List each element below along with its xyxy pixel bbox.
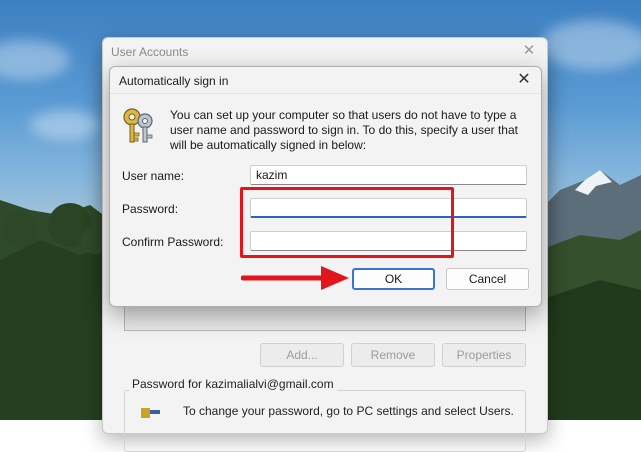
add-button[interactable]: Add... bbox=[260, 343, 344, 367]
arrow-right-icon bbox=[241, 266, 349, 290]
confirm-password-label: Confirm Password: bbox=[122, 235, 224, 249]
window-title: User Accounts bbox=[111, 45, 189, 59]
dialog-description: You can set up your computer so that use… bbox=[170, 108, 518, 152]
password-info-text: To change your password, go to PC settin… bbox=[183, 404, 514, 418]
dialog-title: Automatically sign in bbox=[119, 74, 229, 88]
user-name-field[interactable] bbox=[250, 165, 527, 185]
password-group-label: Password for kazimalialvi@gmail.com bbox=[129, 377, 337, 391]
cancel-button[interactable]: Cancel bbox=[446, 268, 529, 290]
user-name-label: User name: bbox=[122, 169, 185, 183]
close-icon[interactable]: ✕ bbox=[512, 69, 536, 91]
password-groupbox bbox=[124, 390, 526, 452]
remove-button[interactable]: Remove bbox=[351, 343, 435, 367]
title-divider bbox=[110, 93, 541, 94]
keys-icon bbox=[123, 108, 153, 143]
keys-icon bbox=[141, 408, 160, 418]
close-icon[interactable]: ✕ bbox=[519, 41, 539, 61]
properties-button[interactable]: Properties bbox=[442, 343, 526, 367]
password-label: Password: bbox=[122, 202, 179, 216]
password-fields-highlight bbox=[240, 187, 454, 258]
ok-button[interactable]: OK bbox=[352, 268, 435, 290]
